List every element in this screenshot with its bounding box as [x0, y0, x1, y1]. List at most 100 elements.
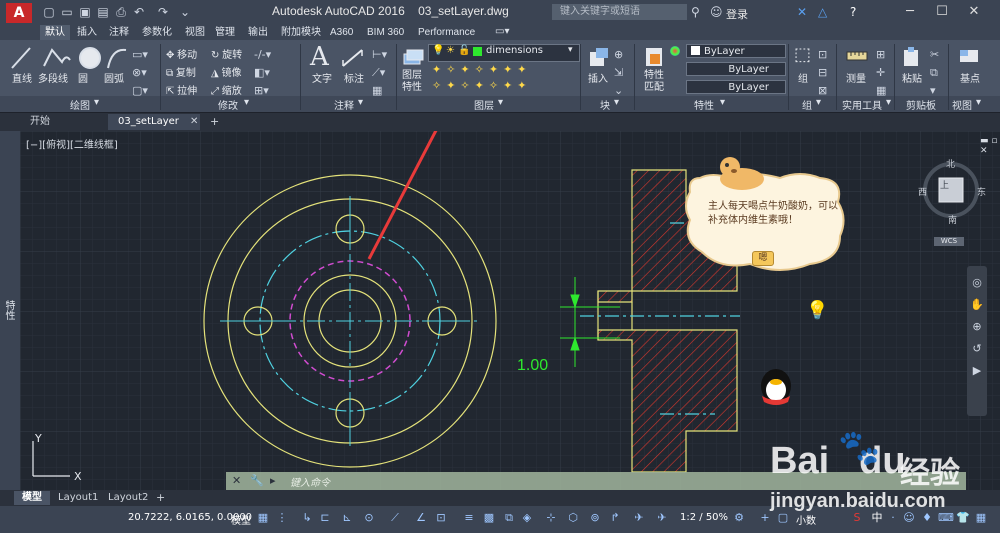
- compass-south[interactable]: 南: [948, 213, 957, 226]
- dimension-icon[interactable]: [340, 46, 366, 70]
- wcs-button[interactable]: WCS: [934, 237, 964, 246]
- measure-icon[interactable]: [846, 48, 868, 64]
- layer-properties-button[interactable]: 图层 特性: [402, 70, 422, 94]
- properties-panel-expand-icon[interactable]: ▾: [720, 97, 725, 108]
- copy-button[interactable]: ⧉ 复制: [166, 64, 196, 79]
- quick-access-more-icon[interactable]: ⌄: [178, 5, 192, 19]
- print-icon[interactable]: ⎙: [114, 5, 128, 19]
- polyline-button[interactable]: 多段线: [38, 70, 68, 85]
- selection-filter-icon[interactable]: ⬡: [566, 511, 580, 525]
- draw-panel-expand-icon[interactable]: ▾: [94, 97, 99, 108]
- help-icon[interactable]: ?: [850, 5, 856, 19]
- view-panel-label[interactable]: 视图: [952, 97, 972, 112]
- command-close-icon[interactable]: ✕: [232, 474, 241, 487]
- ortho-icon[interactable]: ⊾: [340, 511, 354, 525]
- ime-mic-icon[interactable]: ♦: [920, 511, 934, 525]
- tab-layout2[interactable]: Layout2: [100, 491, 156, 505]
- qq-penguin-icon[interactable]: [752, 362, 800, 410]
- block-panel-expand-icon[interactable]: ▾: [614, 97, 619, 108]
- lineweight-dropdown[interactable]: ByLayer: [686, 80, 786, 94]
- draw-extra-tools[interactable]: ▭▾ ⊗▾ ▢▾: [132, 46, 148, 100]
- tab-bim360[interactable]: BIM 360: [362, 25, 409, 40]
- measure-button[interactable]: 测量: [846, 70, 866, 85]
- annotation-panel-expand-icon[interactable]: ▾: [358, 97, 363, 108]
- lineweight-icon[interactable]: ≡: [462, 511, 476, 525]
- tab-manage[interactable]: 管理: [210, 25, 240, 40]
- annotation-extra-tools[interactable]: ⊢▾ ⟋▾ ▦: [372, 46, 387, 100]
- undo-icon[interactable]: ↶: [132, 5, 146, 19]
- user-icon[interactable]: ☺: [710, 5, 723, 19]
- layer-properties-icon[interactable]: [402, 46, 424, 68]
- maximize-button[interactable]: ☐: [930, 3, 954, 21]
- circle-button[interactable]: 圆: [78, 70, 88, 85]
- auto-scale-icon[interactable]: ✈: [655, 511, 669, 525]
- infer-constraints-icon[interactable]: ↳: [300, 511, 314, 525]
- ime-skin-icon[interactable]: 👕: [956, 511, 970, 525]
- linetype-dropdown[interactable]: ByLayer: [686, 62, 786, 76]
- tab-output[interactable]: 输出: [243, 25, 273, 40]
- binoculars-icon[interactable]: ⚲: [691, 5, 700, 19]
- mirror-button[interactable]: ◮ 镜像: [211, 64, 241, 79]
- a360-icon[interactable]: △: [818, 5, 827, 19]
- paste-button[interactable]: 粘贴: [902, 70, 922, 85]
- isodraft-icon[interactable]: ⟋: [388, 511, 402, 525]
- tab-annotate[interactable]: 注释: [104, 25, 134, 40]
- dynamic-input-icon[interactable]: ⊏: [318, 511, 332, 525]
- groups-panel-expand-icon[interactable]: ▾: [816, 97, 821, 108]
- insert-icon[interactable]: [588, 46, 610, 68]
- ribbon-toggle-icon[interactable]: ▭▾: [495, 26, 509, 37]
- gizmo-icon[interactable]: ⊚: [588, 511, 602, 525]
- compass-east[interactable]: 东: [977, 185, 986, 198]
- layer-freeze-icon[interactable]: ☀: [446, 45, 455, 56]
- tab-drawing[interactable]: 03_setLayer: [108, 114, 200, 130]
- dimension-button[interactable]: 标注: [344, 70, 364, 85]
- utilities-panel-expand-icon[interactable]: ▾: [886, 97, 891, 108]
- tab-addins[interactable]: 附加模块: [276, 25, 326, 40]
- units-dropdown[interactable]: 小数: [796, 512, 816, 527]
- new-icon[interactable]: ▢: [42, 5, 56, 19]
- layer-on-icon[interactable]: 💡: [432, 45, 444, 56]
- annotation-scale-dropdown[interactable]: 1:2 / 50%: [680, 512, 728, 523]
- close-tab-icon[interactable]: ✕: [190, 116, 198, 127]
- compass-north[interactable]: 北: [946, 157, 955, 170]
- open-icon[interactable]: ▭: [60, 5, 74, 19]
- tab-start[interactable]: 开始: [20, 114, 60, 130]
- dynamic-ucs-icon[interactable]: ⊹: [544, 511, 558, 525]
- stretch-button[interactable]: ⇱ 拉伸: [166, 82, 197, 97]
- units-icon[interactable]: ▢: [776, 511, 790, 525]
- command-input[interactable]: 键入命令: [290, 474, 330, 489]
- new-tab-icon[interactable]: +: [210, 115, 219, 128]
- draw-panel-label[interactable]: 绘图: [70, 97, 90, 112]
- ime-emoji-icon[interactable]: ☺: [902, 511, 916, 525]
- tab-default[interactable]: 默认: [40, 25, 70, 40]
- model-space-button[interactable]: 模型: [231, 512, 251, 527]
- properties-panel-label[interactable]: 特性: [694, 97, 714, 112]
- scale-button[interactable]: ⤢ 缩放: [211, 82, 242, 97]
- annotation-scale-icon[interactable]: ✈: [632, 511, 646, 525]
- block-panel-label[interactable]: 块: [600, 97, 610, 112]
- tab-model[interactable]: 模型: [14, 491, 50, 505]
- compass-west[interactable]: 西: [918, 185, 927, 198]
- insert-button[interactable]: 插入: [588, 70, 608, 85]
- object-snap-icon[interactable]: ⊡: [434, 511, 448, 525]
- groups-panel-label[interactable]: 组: [802, 97, 812, 112]
- tab-view[interactable]: 视图: [180, 25, 210, 40]
- close-button[interactable]: ✕: [962, 3, 986, 21]
- popup-ok-button[interactable]: 嗯: [752, 251, 774, 266]
- layer-tools-icons[interactable]: ✦✧✦✧✦✦✦ ✧✦✧✦✧✦✦: [432, 62, 532, 94]
- basepoint-icon[interactable]: [958, 46, 980, 66]
- tab-insert[interactable]: 插入: [72, 25, 102, 40]
- paste-icon[interactable]: [902, 46, 922, 68]
- grid-icon[interactable]: ▦: [256, 511, 270, 525]
- navigation-tools[interactable]: ◎ ✋ ⊕ ↺ ▶: [970, 272, 984, 382]
- 3d-osnap-icon[interactable]: ◈: [520, 511, 534, 525]
- lightbulb-icon[interactable]: 💡: [806, 300, 828, 321]
- view-panel-expand-icon[interactable]: ▾: [976, 97, 981, 108]
- layer-lock-icon[interactable]: 🔓: [458, 45, 470, 56]
- minimize-button[interactable]: ─: [898, 3, 922, 21]
- viewport-controls-icon[interactable]: ▬ ▫ ✕: [980, 136, 1000, 156]
- layers-panel-expand-icon[interactable]: ▾: [498, 97, 503, 108]
- application-menu-button[interactable]: A: [6, 3, 32, 23]
- transparency-icon[interactable]: ▩: [482, 511, 496, 525]
- search-input[interactable]: 键入关键字或短语: [552, 4, 687, 20]
